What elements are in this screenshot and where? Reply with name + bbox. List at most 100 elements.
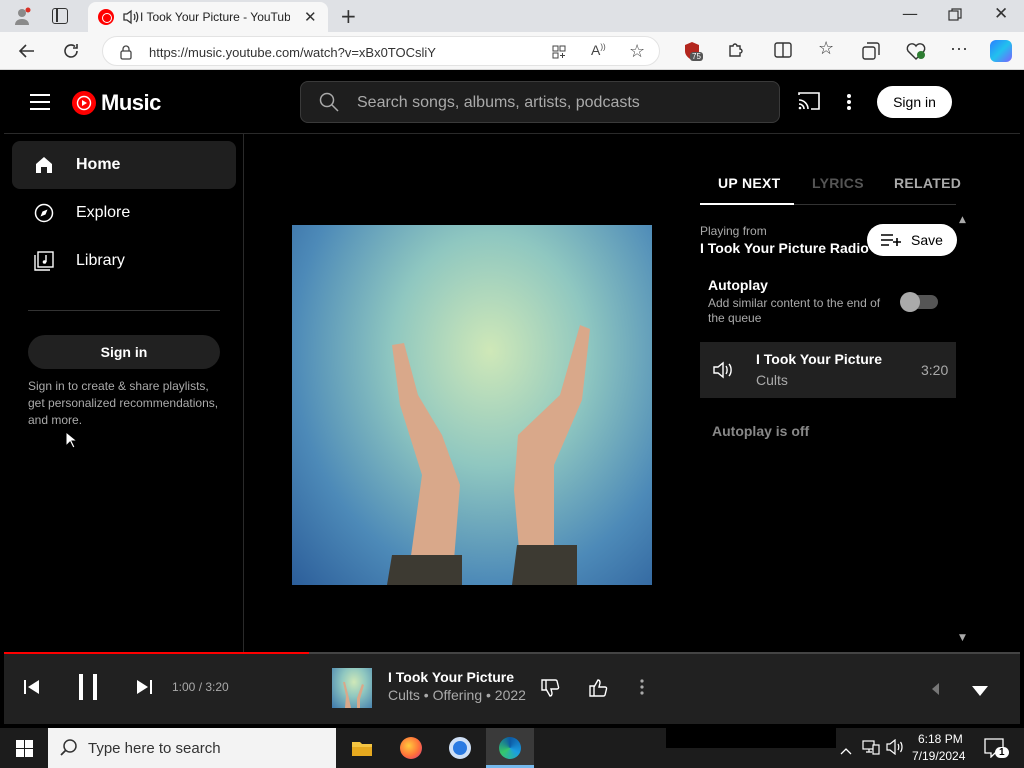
library-icon (34, 251, 54, 276)
autoplay-toggle[interactable] (900, 292, 938, 312)
logo[interactable]: Music (72, 90, 161, 116)
autoplay-description: Add similar content to the end of the qu… (708, 296, 881, 325)
queue-track-artist: Cults (756, 372, 788, 388)
close-tab-icon[interactable]: ✕ (304, 8, 317, 26)
url-text: https://music.youtube.com/watch?v=xBx0TO… (149, 45, 436, 60)
home-icon (35, 156, 53, 179)
more-options-icon[interactable] (846, 93, 852, 116)
menu-icon[interactable] (30, 94, 50, 115)
sidebar-divider (28, 310, 220, 311)
browser-essentials-icon[interactable] (906, 42, 926, 65)
tab-actions-icon[interactable] (52, 8, 68, 24)
autoplay-status: Autoplay is off (712, 423, 810, 439)
album-art (292, 225, 652, 585)
extension-shield-icon[interactable]: 75 (682, 41, 703, 66)
autoplay-title: Autoplay (708, 277, 768, 293)
back-icon[interactable] (18, 42, 36, 65)
sidebar-item-explore[interactable]: Explore (12, 189, 236, 237)
taskbar-search[interactable]: Type here to search (48, 728, 336, 768)
youtube-music-favicon (98, 9, 114, 25)
clock-time[interactable]: 6:18 PM (918, 732, 963, 746)
file-explorer-icon[interactable] (351, 739, 373, 762)
network-icon[interactable] (862, 739, 880, 760)
search-placeholder: Search songs, albums, artists, podcasts (357, 94, 640, 111)
player-track-title[interactable]: I Took Your Picture (388, 669, 514, 685)
queue-track-duration: 3:20 (921, 362, 949, 378)
save-queue-button[interactable]: Save (867, 224, 957, 256)
notification-icon[interactable]: 1 (984, 738, 1009, 763)
refresh-icon[interactable] (62, 42, 80, 65)
profile-icon[interactable] (12, 6, 32, 26)
progress-bar[interactable] (4, 652, 1020, 654)
sidebar-item-label: Home (76, 156, 121, 173)
edge-icon (499, 737, 521, 759)
settings-more-icon[interactable]: ··· (950, 38, 968, 59)
windows-taskbar: Type here to search 6:18 PM 7/19/2024 1 (0, 728, 1024, 768)
queue-item-current[interactable]: I Took Your Picture Cults 3:20 (700, 342, 956, 398)
volume-collapse-icon[interactable] (932, 682, 940, 700)
close-window-icon[interactable]: ✕ (994, 6, 1008, 23)
restore-icon[interactable] (948, 8, 962, 25)
scroll-up-icon[interactable]: ▲ (959, 215, 966, 225)
dislike-icon[interactable] (540, 678, 560, 703)
collections-icon[interactable] (862, 42, 880, 65)
lock-icon[interactable] (119, 44, 133, 65)
pause-icon[interactable] (78, 674, 98, 705)
header-signin-button[interactable]: Sign in (877, 86, 952, 118)
next-track-icon[interactable] (136, 680, 152, 699)
app-header: Music Search songs, albums, artists, pod… (4, 70, 1020, 134)
like-icon[interactable] (588, 678, 608, 703)
scroll-down-icon[interactable]: ▼ (959, 633, 966, 643)
app-available-icon[interactable] (551, 44, 567, 65)
youtube-music-logo-icon (72, 91, 96, 115)
active-tab-indicator (700, 203, 794, 205)
windows-start-icon[interactable] (16, 740, 33, 762)
taskbar-search-icon (60, 739, 78, 762)
favorite-star-icon[interactable]: ☆ (629, 41, 645, 62)
signin-promo-text: Sign in to create & share playlists, get… (28, 379, 219, 427)
cast-icon[interactable] (798, 92, 820, 115)
queue-track-title: I Took Your Picture (756, 351, 883, 367)
youtube-music-app: Music Search songs, albums, artists, pod… (4, 70, 1020, 724)
progress-fill (4, 652, 309, 654)
favorites-icon[interactable]: ☆ (818, 38, 834, 59)
new-tab-icon[interactable]: + (340, 6, 357, 26)
now-playing-speaker-icon (712, 360, 734, 385)
speaker-icon[interactable] (122, 8, 140, 31)
tab-title: I Took Your Picture - YouTube (140, 10, 290, 24)
sidebar: Home Explore Library Sign in Sign in to … (4, 134, 244, 652)
copilot-icon[interactable] (990, 40, 1012, 62)
minimize-icon[interactable]: — (902, 6, 918, 22)
extensions-puzzle-icon[interactable] (726, 41, 744, 64)
read-aloud-icon[interactable]: A)) (591, 42, 606, 58)
notification-count: 1 (995, 747, 1009, 758)
tab-related[interactable]: RELATED (894, 175, 961, 191)
chrome-icon[interactable] (449, 737, 471, 759)
sidebar-item-library[interactable]: Library (12, 237, 236, 285)
clock-date[interactable]: 7/19/2024 (912, 749, 965, 763)
player-more-icon[interactable] (640, 679, 644, 700)
edge-taskbar-button[interactable] (486, 728, 534, 768)
tab-up-next[interactable]: UP NEXT (718, 175, 781, 191)
expand-player-icon[interactable] (972, 683, 988, 701)
toggle-knob (900, 292, 920, 312)
logo-text: Music (101, 90, 161, 115)
browser-tab[interactable]: I Took Your Picture - YouTube ✕ (88, 2, 328, 32)
sidebar-item-home[interactable]: Home (12, 141, 236, 189)
playback-time: 1:00 / 3:20 (172, 680, 229, 694)
split-screen-icon[interactable] (774, 42, 792, 63)
show-hidden-icons-icon[interactable] (840, 742, 852, 760)
previous-track-icon[interactable] (24, 680, 40, 699)
url-field[interactable]: https://music.youtube.com/watch?v=xBx0TO… (102, 36, 660, 66)
sidebar-signin-button[interactable]: Sign in (28, 335, 220, 369)
player-bar: 1:00 / 3:20 I Took Your Picture Cults • … (4, 652, 1020, 724)
search-input[interactable]: Search songs, albums, artists, podcasts (300, 81, 780, 123)
sidebar-item-label: Library (76, 252, 125, 269)
volume-icon[interactable] (886, 738, 904, 760)
tab-lyrics[interactable]: LYRICS (812, 175, 864, 191)
playing-from-label: Playing from (700, 224, 767, 238)
firefox-icon[interactable] (400, 737, 422, 759)
raised-hands-illustration (387, 325, 590, 585)
extension-badge: 75 (690, 52, 703, 61)
player-track-subtitle[interactable]: Cults • Offering • 2022 (388, 687, 526, 703)
